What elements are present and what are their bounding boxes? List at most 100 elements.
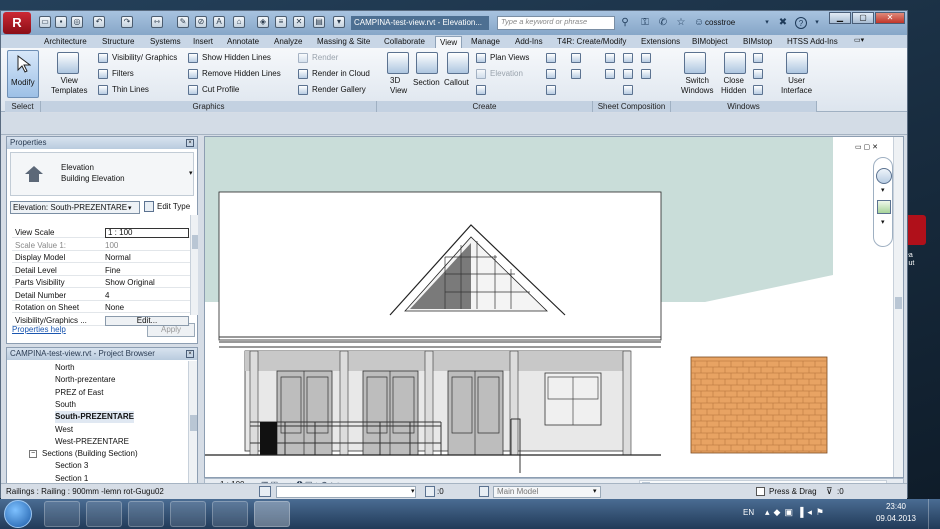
clock-date[interactable]: 09.04.2013 — [872, 514, 920, 523]
tile-icon[interactable] — [753, 85, 763, 95]
tab-t4r-create-modify[interactable]: T4R: Create/Modify — [557, 36, 626, 48]
search-input[interactable]: Type a keyword or phrase — [497, 16, 615, 30]
design-options-icon[interactable] — [479, 486, 489, 497]
taskbar-revit-icon[interactable] — [254, 501, 290, 527]
render-in-cloud-button[interactable]: Render in Cloud — [312, 69, 370, 78]
help-icon[interactable]: ? — [795, 17, 807, 29]
language-indicator[interactable]: EN — [743, 508, 754, 517]
schedules-icon[interactable] — [546, 69, 556, 79]
browser-item[interactable]: Sections (Building Section) — [42, 448, 138, 460]
cascade-icon[interactable] — [753, 69, 763, 79]
drawing-canvas[interactable]: ▾ ▾ ▭ ▢ ✕ — [204, 136, 904, 478]
plan-views-button[interactable]: Plan Views — [490, 53, 529, 62]
start-button[interactable] — [4, 500, 32, 528]
steering-dropdown-icon[interactable]: ▾ — [881, 186, 885, 194]
user-icon[interactable]: ☺ — [693, 17, 705, 29]
tab-add-ins[interactable]: Add-Ins — [515, 36, 543, 48]
3d-view-icon[interactable] — [387, 52, 409, 74]
press-drag-checkbox[interactable] — [756, 487, 765, 496]
view-window-controls[interactable]: ▭ ▢ ✕ — [855, 143, 878, 151]
close-hidden-button[interactable]: Close Hidden — [721, 76, 746, 96]
browser-item[interactable]: South — [55, 399, 76, 411]
taskbar-chrome-icon[interactable] — [170, 501, 206, 527]
taskbar-explorer-icon[interactable] — [212, 501, 248, 527]
tab-bimobject[interactable]: BIMobject — [692, 36, 728, 48]
callout-icon[interactable] — [447, 52, 469, 74]
edit-type-button[interactable]: Edit Type — [157, 202, 190, 211]
guide-grid-icon[interactable] — [623, 69, 633, 79]
switch-windows-icon[interactable]: ▤ — [313, 16, 325, 28]
taskbar-yahoo-icon[interactable] — [44, 501, 80, 527]
tree-collapse-icon[interactable]: − — [29, 450, 37, 459]
browser-scrollbar[interactable] — [188, 361, 197, 492]
undo-icon[interactable]: ↶ — [93, 16, 105, 28]
measure-icon[interactable]: ⇿ — [151, 16, 163, 28]
browser-item[interactable]: North-prezentare — [55, 374, 115, 386]
visibility-graphics-button[interactable]: Visibility/ Graphics — [112, 53, 177, 62]
duplicate-view-icon[interactable] — [571, 53, 581, 63]
redo-icon[interactable]: ↷ — [121, 16, 133, 28]
favorites-icon[interactable]: ☆ — [675, 17, 687, 29]
zoom-dropdown-icon[interactable]: ▾ — [881, 218, 885, 226]
tab-systems[interactable]: Systems — [150, 36, 181, 48]
properties-help-link[interactable]: Properties help — [12, 325, 66, 334]
application-menu-button[interactable]: R — [3, 12, 31, 34]
close-window-button[interactable]: ✕ — [875, 12, 905, 24]
property-value[interactable]: 4 — [105, 291, 109, 301]
section-button[interactable]: Section — [413, 78, 440, 87]
tab-insert[interactable]: Insert — [193, 36, 213, 48]
worksets-icon[interactable] — [259, 486, 271, 497]
vertical-scrollbar[interactable] — [893, 137, 903, 477]
workset-select[interactable] — [276, 486, 416, 498]
property-row[interactable]: Visibility/Graphics ... Edit... — [12, 315, 190, 326]
user-interface-icon[interactable] — [786, 52, 808, 74]
properties-scrollbar[interactable] — [190, 215, 198, 315]
property-value[interactable]: Edit... — [105, 315, 189, 326]
view-templates-icon[interactable] — [57, 52, 79, 74]
browser-item[interactable]: PREZ of East — [55, 387, 103, 399]
property-row[interactable]: View Scale 1 : 100 — [12, 228, 190, 238]
instance-filter-select[interactable]: Elevation: South-PREZENTARE — [10, 201, 140, 214]
tab-bimstop[interactable]: BIMstop — [743, 36, 772, 48]
tab-manage[interactable]: Manage — [471, 36, 500, 48]
show-hidden-lines-button[interactable]: Show Hidden Lines — [202, 53, 271, 62]
text-icon[interactable]: A — [213, 16, 225, 28]
taskbar-media-player-icon[interactable] — [86, 501, 122, 527]
subscription-icon[interactable]: ⚿ — [639, 17, 651, 29]
section-icon[interactable]: ◈ — [257, 16, 269, 28]
maximize-button[interactable]: ▢ — [852, 12, 874, 24]
sheet-icon[interactable] — [605, 53, 615, 63]
sync-icon[interactable]: ◎ — [71, 16, 83, 28]
qa-dropdown-icon[interactable]: ▾ — [333, 16, 345, 28]
default-3d-view-icon[interactable]: ⌂ — [233, 16, 245, 28]
property-row[interactable]: Detail Level Fine — [12, 266, 190, 276]
tab-view[interactable]: View — [435, 36, 463, 48]
render-gallery-button[interactable]: Render Gallery — [312, 85, 366, 94]
property-row[interactable]: Parts Visibility Show Original — [12, 278, 190, 288]
property-value[interactable]: 100 — [105, 241, 118, 251]
design-option-select[interactable]: Main Model — [493, 486, 601, 498]
tag-icon[interactable]: ⊘ — [195, 16, 207, 28]
tab-structure[interactable]: Structure — [102, 36, 134, 48]
property-value[interactable]: 1 : 100 — [105, 228, 189, 238]
cut-profile-button[interactable]: Cut Profile — [202, 85, 239, 94]
tab-collaborate[interactable]: Collaborate — [384, 36, 425, 48]
browser-item[interactable]: Section 3 — [55, 460, 88, 472]
drafting-view-icon[interactable] — [476, 85, 486, 95]
browser-item[interactable]: North — [55, 362, 75, 374]
callout-button[interactable]: Callout — [444, 78, 469, 87]
tray-icons[interactable]: ▴◆▣▐◂⚑ — [765, 507, 828, 518]
type-selector[interactable]: Elevation Building Elevation ▾ — [10, 152, 194, 196]
property-value[interactable]: Fine — [105, 266, 121, 276]
browser-item[interactable]: South-PREZENTARE — [55, 411, 134, 424]
help-dropdown-icon[interactable]: ▾ — [811, 17, 823, 29]
scope-box-icon[interactable] — [546, 85, 556, 95]
switch-windows-button[interactable]: Switch Windows — [681, 76, 713, 96]
search-binoculars-icon[interactable]: ⚲ — [619, 17, 631, 29]
exchange-icon[interactable]: ✖ — [777, 17, 789, 29]
property-row[interactable]: Display Model Normal — [12, 253, 190, 263]
user-dropdown-icon[interactable]: ▾ — [761, 17, 773, 29]
properties-close-icon[interactable]: × — [186, 139, 194, 147]
user-interface-button[interactable]: User Interface — [781, 76, 812, 96]
communication-icon[interactable]: ✆ — [657, 17, 669, 29]
